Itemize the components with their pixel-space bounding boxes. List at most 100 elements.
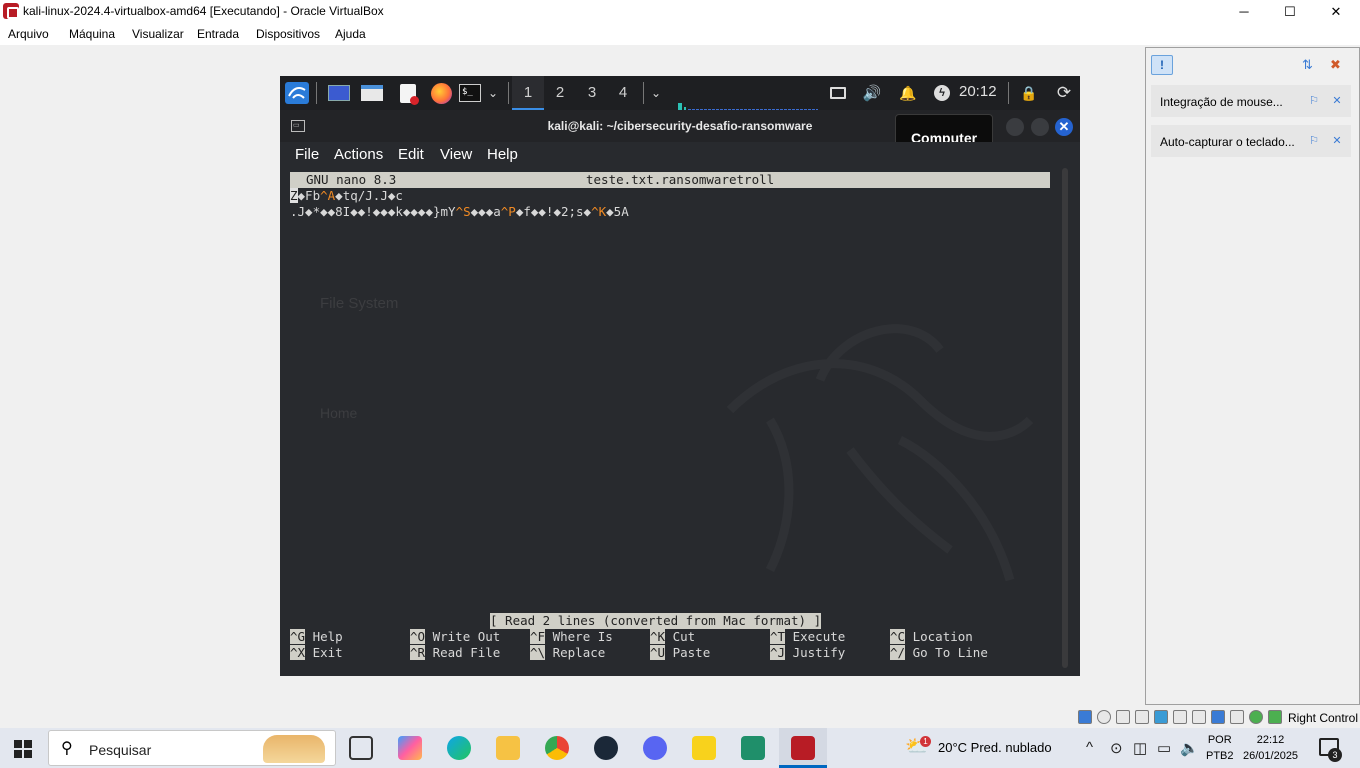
mouse-integration-icon[interactable] <box>1249 710 1263 724</box>
search-icon: ⚲ <box>61 740 73 757</box>
nano-text-line-2[interactable]: .J◆*◆◆8I◆◆!◆◆◆k◆◆◆◆}mY^S◆◆◆a^P◆f◆◆!◆2;s◆… <box>290 204 629 220</box>
terminal-menu-view[interactable]: View <box>440 146 472 163</box>
network-icon[interactable] <box>1135 710 1149 724</box>
close-button[interactable]: ✕ <box>1313 0 1359 23</box>
copilot-icon[interactable] <box>398 736 422 760</box>
chrome-icon[interactable] <box>545 736 569 760</box>
terminal-minimize-button[interactable] <box>1006 118 1024 136</box>
vbox-notification-panel: ! ⇅ ✖ Integração de mouse... ⚐ ✕ Auto-ca… <box>1145 47 1360 705</box>
chevron-down-icon[interactable]: ⌄ <box>485 83 501 103</box>
clear-all-icon[interactable]: ✖ <box>1330 57 1348 73</box>
file-manager-icon[interactable] <box>360 83 384 103</box>
edge-icon[interactable] <box>447 736 471 760</box>
vbox-menubar: Arquivo Máquina Visualizar Entrada Dispo… <box>0 23 1360 45</box>
hard-disk-icon[interactable] <box>1078 710 1092 724</box>
power-manager-icon[interactable]: ϟ <box>932 83 952 103</box>
shortcut-exit[interactable]: ^X Exit <box>290 645 343 661</box>
menu-arquivo[interactable]: Arquivo <box>8 27 49 41</box>
close-notification-icon[interactable]: ✕ <box>1331 95 1343 107</box>
workspace-1[interactable]: 1 <box>512 76 544 110</box>
terminal-menu-edit[interactable]: Edit <box>398 146 424 163</box>
menu-maquina[interactable]: Máquina <box>69 27 115 41</box>
tray-app-icon[interactable]: ⊙ <box>1110 739 1123 757</box>
network-tray-icon[interactable]: ▭ <box>1157 739 1171 757</box>
shortcut-help[interactable]: ^G Help <box>290 629 343 645</box>
taskbar-search-box[interactable]: ⚲ Pesquisar <box>48 730 336 766</box>
volume-icon[interactable]: 🔊 <box>862 83 882 103</box>
notification-keyboard-capture[interactable]: Auto-capturar o teclado... ⚐ ✕ <box>1151 125 1351 157</box>
shortcut-justify[interactable]: ^J Justify <box>770 645 845 661</box>
pin-icon[interactable]: ⚐ <box>1308 95 1320 107</box>
show-hidden-icons-chevron-icon[interactable]: ^ <box>1086 739 1093 756</box>
sort-icon[interactable]: ⇅ <box>1302 57 1318 73</box>
tray-security-icon[interactable]: ◫ <box>1133 739 1147 757</box>
menu-visualizar[interactable]: Visualizar <box>132 27 184 41</box>
vt-x-icon[interactable] <box>1230 710 1244 724</box>
minimize-button[interactable]: ─ <box>1221 0 1267 23</box>
terminal-title: kali@kali: ~/cibersecurity-desafio-ranso… <box>547 119 813 133</box>
panel-clock[interactable]: 20:12 <box>959 83 997 100</box>
keyboard-capture-icon[interactable] <box>1268 710 1282 724</box>
maximize-button[interactable]: ☐ <box>1267 0 1313 23</box>
task-view-icon[interactable] <box>349 736 373 760</box>
shortcut-read-file[interactable]: ^R Read File <box>410 645 500 661</box>
menu-ajuda[interactable]: Ajuda <box>335 27 366 41</box>
notification-text: Integração de mouse... <box>1160 95 1283 109</box>
volume-tray-icon[interactable]: 🔈 <box>1180 739 1199 757</box>
terminal-menu-file[interactable]: File <box>295 146 319 163</box>
windows-start-icon[interactable] <box>14 740 32 758</box>
steam-icon[interactable] <box>594 736 618 760</box>
show-desktop-icon[interactable] <box>327 83 351 103</box>
logout-icon[interactable]: ⟳ <box>1054 83 1074 103</box>
workspace-2[interactable]: 2 <box>544 76 576 110</box>
shortcut-execute[interactable]: ^T Execute <box>770 629 845 645</box>
shortcut-paste[interactable]: ^U Paste <box>650 645 710 661</box>
terminal-maximize-button[interactable] <box>1031 118 1049 136</box>
taskbar-virtualbox-active[interactable] <box>779 728 827 768</box>
shortcut-cut[interactable]: ^K Cut <box>650 629 695 645</box>
system-clock[interactable]: 22:12 26/01/2025 <box>1243 732 1298 764</box>
firefox-icon[interactable] <box>429 82 453 104</box>
weather-text[interactable]: 20°C Pred. nublado <box>938 740 1052 755</box>
terminal-window-icon[interactable]: ▭ <box>291 120 305 132</box>
recording-icon[interactable] <box>1211 710 1225 724</box>
language-indicator[interactable]: POR PTB2 <box>1206 732 1234 764</box>
notification-mouse-integration[interactable]: Integração de mouse... ⚐ ✕ <box>1151 85 1351 117</box>
optical-drive-icon[interactable] <box>1097 710 1111 724</box>
close-notification-icon[interactable]: ✕ <box>1331 135 1343 147</box>
display-status-icon[interactable] <box>1192 710 1206 724</box>
terminal-scrollbar[interactable] <box>1062 168 1068 668</box>
display-icon[interactable] <box>828 83 848 103</box>
workspace-3[interactable]: 3 <box>576 76 608 110</box>
shortcut-location[interactable]: ^C Location <box>890 629 973 645</box>
chevron-down-icon[interactable]: ⌄ <box>648 83 664 103</box>
shared-folders-icon[interactable] <box>1173 710 1187 724</box>
terminal-menu-help[interactable]: Help <box>487 146 518 163</box>
terminal-icon[interactable]: $_ <box>458 83 482 103</box>
audio-icon[interactable] <box>1116 710 1130 724</box>
shortcut-where-is[interactable]: ^F Where Is <box>530 629 613 645</box>
nano-editor[interactable]: GNU nano 8.3 teste.txt.ransomwaretroll Z… <box>290 172 1050 670</box>
sticky-notes-icon[interactable] <box>692 736 716 760</box>
text-editor-icon[interactable] <box>397 83 419 105</box>
nano-version: GNU nano 8.3 <box>306 172 397 187</box>
shortcut-write-out[interactable]: ^O Write Out <box>410 629 500 645</box>
discord-icon[interactable] <box>643 736 667 760</box>
menu-dispositivos[interactable]: Dispositivos <box>256 27 320 41</box>
vpn-app-icon[interactable] <box>741 736 765 760</box>
terminal-close-button[interactable]: ✕ <box>1055 118 1073 136</box>
workspace-4[interactable]: 4 <box>607 76 639 110</box>
usb-icon[interactable] <box>1154 710 1168 724</box>
lock-icon[interactable]: 🔒 <box>1019 83 1039 103</box>
notification-center-icon[interactable]: ! <box>1151 55 1173 75</box>
kali-menu-icon[interactable] <box>284 82 310 104</box>
shortcut-go-to-line[interactable]: ^/ Go To Line <box>890 645 988 661</box>
terminal-menu-actions[interactable]: Actions <box>334 146 383 163</box>
pin-icon[interactable]: ⚐ <box>1308 135 1320 147</box>
file-explorer-icon[interactable] <box>496 736 520 760</box>
shortcut-replace[interactable]: ^\ Replace <box>530 645 605 661</box>
nano-text-line-1[interactable]: Z◆Fb^A◆tq/J.J◆c <box>290 188 403 204</box>
notifications-bell-icon[interactable]: 🔔 <box>898 83 918 103</box>
menu-entrada[interactable]: Entrada <box>197 27 239 41</box>
vm-screen[interactable]: $_ ⌄ 1 2 3 4 ⌄ 🔊 🔔 ϟ 20:12 🔒 ⟳ File Syst… <box>280 76 1080 676</box>
